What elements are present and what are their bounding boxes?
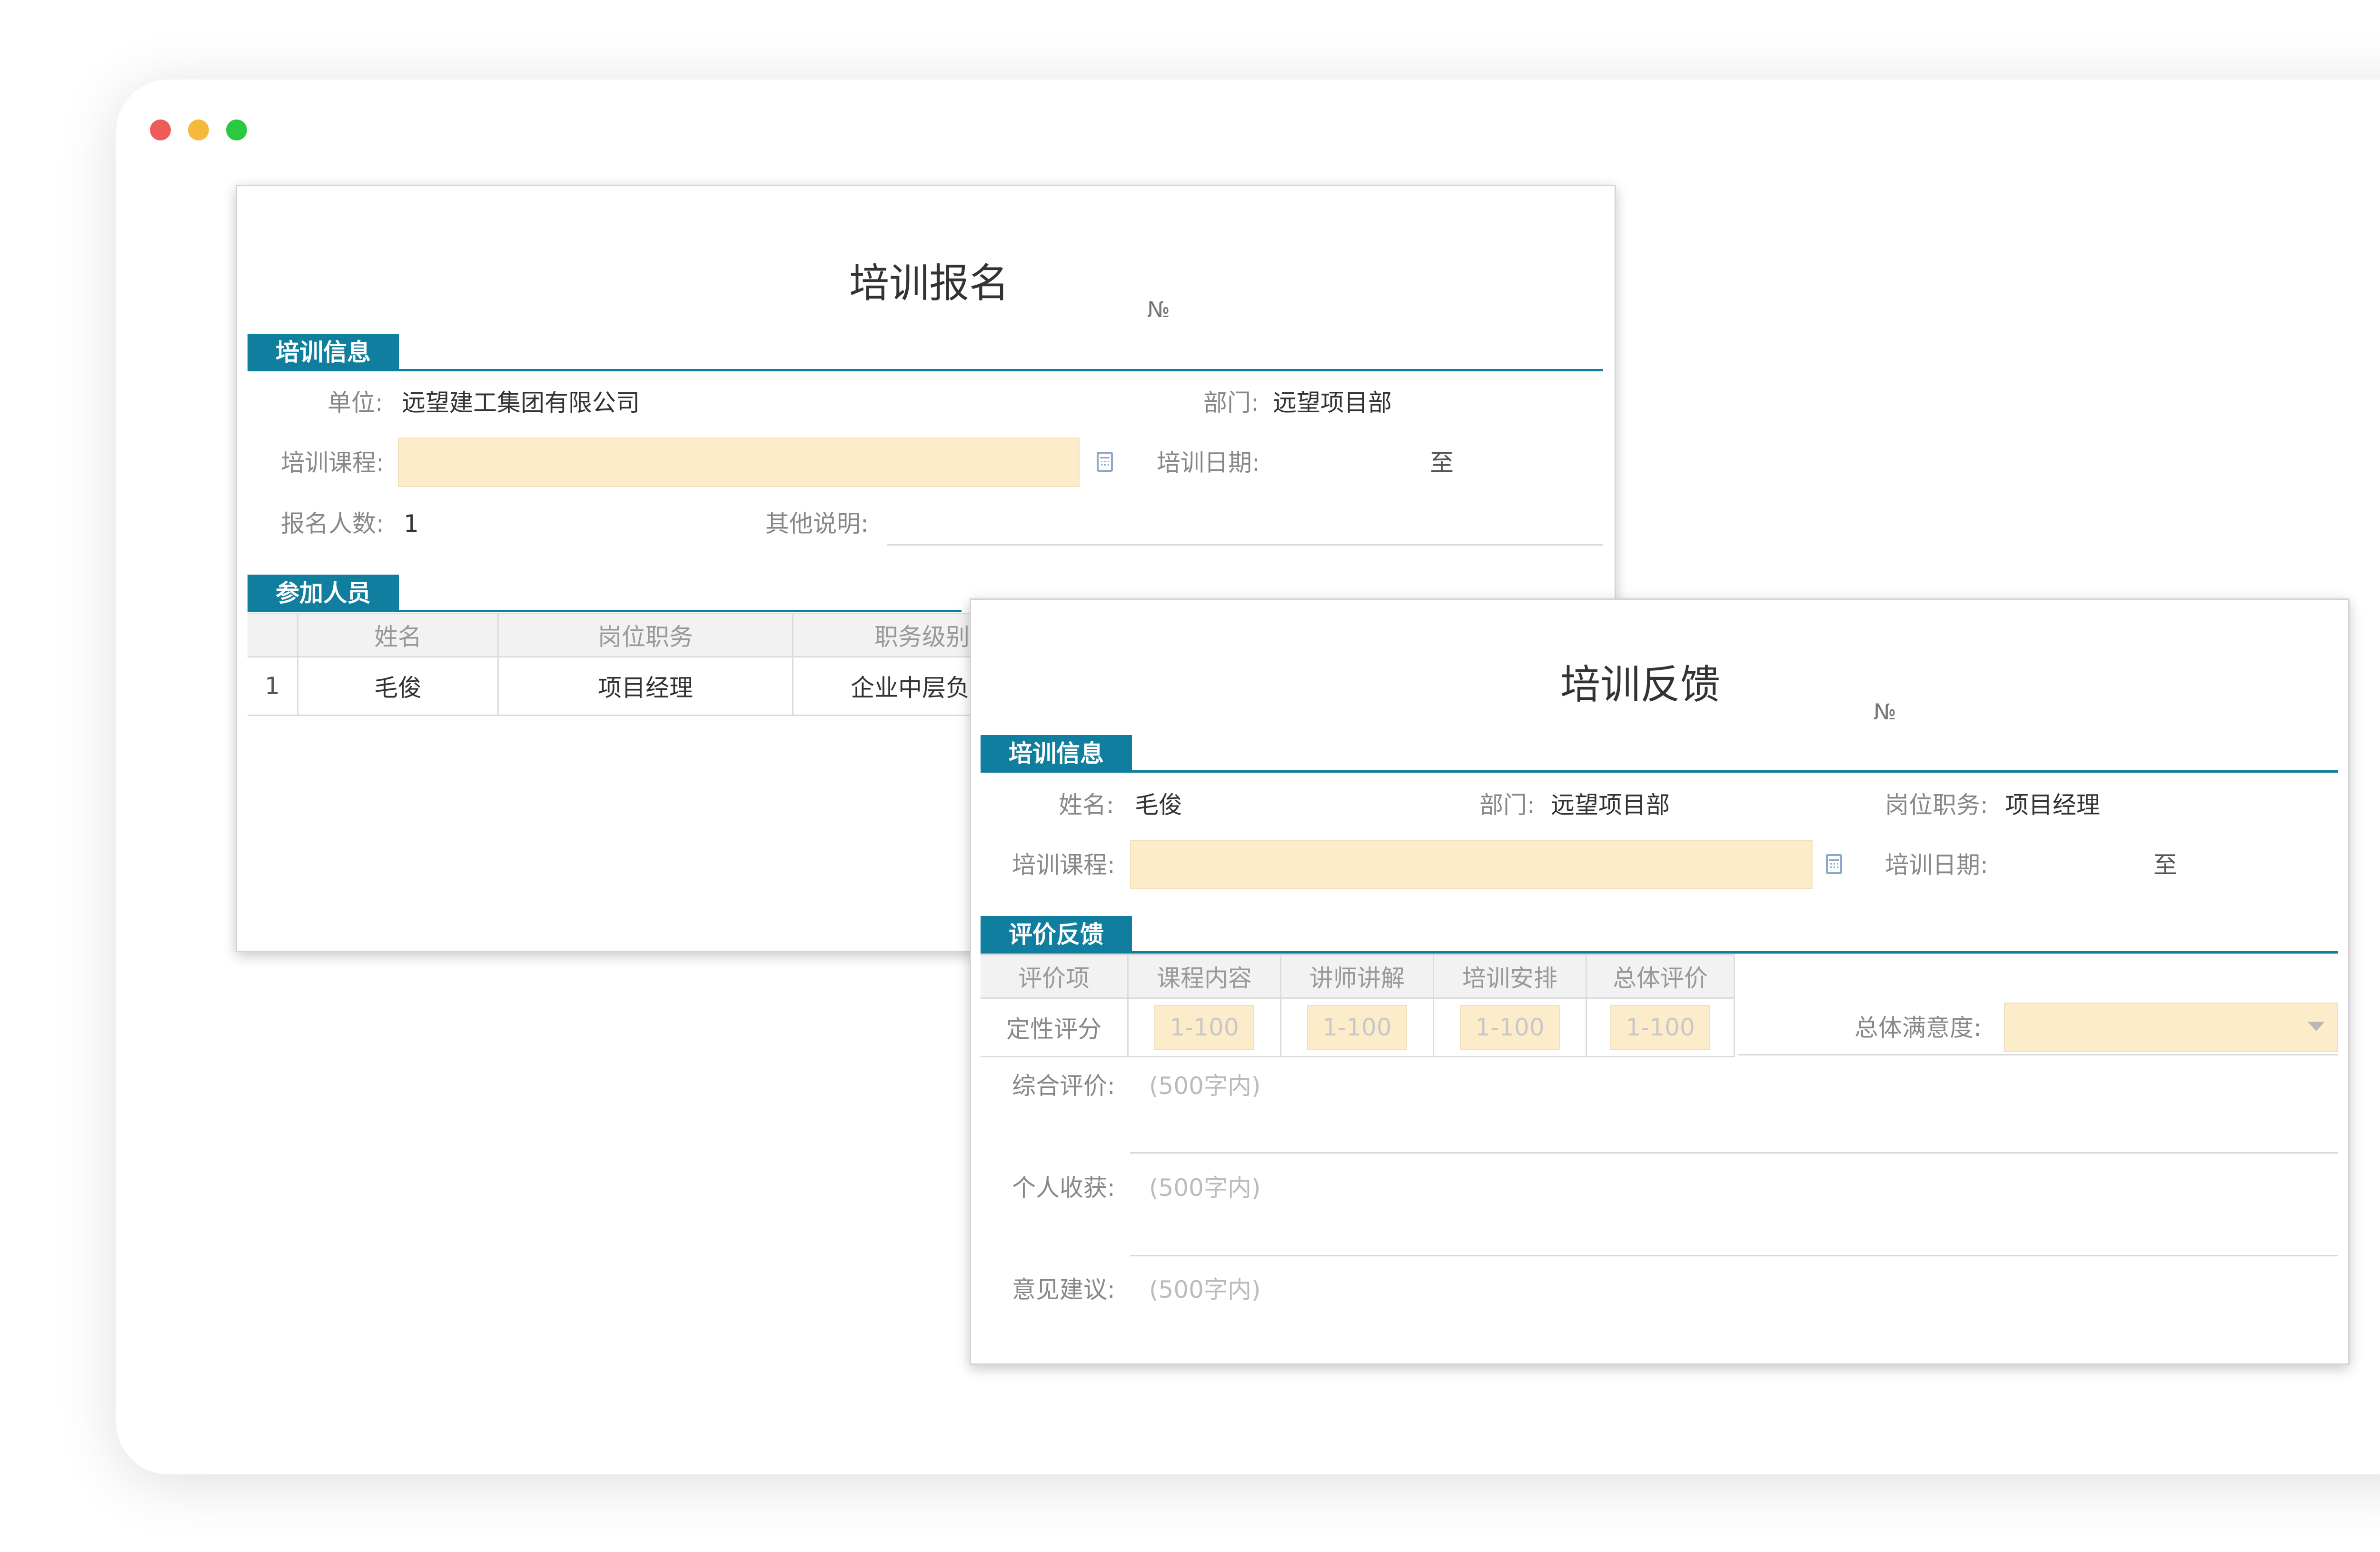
satisfaction-label: 总体满意度:	[1854, 1014, 1982, 1042]
suggest-input[interactable]: (500字内)	[1149, 1278, 1260, 1302]
name-value: 毛俊	[1135, 791, 1182, 819]
count-label: 报名人数:	[281, 510, 384, 537]
table-header: 讲师讲解	[1280, 954, 1434, 999]
minimize-window-button[interactable]	[188, 119, 209, 140]
table-row[interactable]: 1 毛俊 项目经理 企业中层负责	[248, 656, 1052, 716]
dept-label: 部门:	[1479, 791, 1535, 819]
table-header: 总体评价	[1586, 954, 1735, 999]
gain-underline	[1130, 1255, 2338, 1256]
other-label: 其他说明:	[765, 510, 869, 537]
dept-value: 远望项目部	[1551, 791, 1670, 819]
overall-label: 综合评价:	[1012, 1072, 1115, 1100]
feedback-title: 培训反馈	[1560, 661, 1721, 708]
row-label: 定性评分	[981, 997, 1129, 1057]
date-to-label: 至	[1430, 449, 1454, 477]
position-label: 岗位职务:	[1885, 791, 1988, 819]
date-to-label: 至	[2153, 851, 2177, 879]
dept-value: 远望项目部	[1273, 389, 1392, 417]
table-header: 培训安排	[1433, 954, 1587, 999]
registration-title: 培训报名	[849, 260, 1010, 307]
satisfaction-select[interactable]	[2004, 1003, 2338, 1052]
section-participants: 参加人员	[248, 575, 399, 612]
table-header	[248, 613, 298, 657]
course-input[interactable]	[398, 438, 1080, 487]
table-header: 姓名	[297, 613, 499, 657]
overall-underline	[1130, 1152, 2338, 1154]
cell-position: 项目经理	[497, 656, 793, 716]
score-input-arrangement[interactable]: 1-100	[1460, 1005, 1560, 1050]
suggest-label: 意见建议:	[1012, 1276, 1115, 1303]
count-value: 1	[404, 510, 419, 537]
other-input[interactable]	[887, 544, 1603, 546]
cell-name: 毛俊	[297, 656, 499, 716]
calendar-icon[interactable]	[1097, 452, 1113, 472]
course-input[interactable]	[1130, 840, 1813, 889]
feedback-form: 培训反馈 № 培训信息 姓名: 毛俊 部门: 远望项目部 岗位职务: 项目经理 …	[970, 598, 2350, 1365]
date-label: 培训日期:	[1885, 851, 1988, 879]
close-window-button[interactable]	[150, 119, 171, 140]
evaluation-table: 评价项 课程内容 讲师讲解 培训安排 总体评价 定性评分 1-100 1-100…	[981, 954, 1735, 1057]
maximize-window-button[interactable]	[226, 119, 247, 140]
course-label: 培训课程:	[281, 449, 384, 477]
date-label: 培训日期:	[1157, 449, 1260, 477]
score-input-overall[interactable]: 1-100	[1610, 1005, 1710, 1050]
section-training-info: 培训信息	[981, 735, 1132, 772]
section-divider	[981, 770, 2338, 773]
table-header: 岗位职务	[497, 613, 793, 657]
score-input-course[interactable]: 1-100	[1154, 1005, 1254, 1050]
gain-label: 个人收获:	[1012, 1174, 1115, 1202]
feedback-number-label: №	[1874, 699, 1896, 725]
registration-number-label: №	[1147, 297, 1170, 322]
section-divider	[248, 369, 1603, 371]
section-divider	[248, 610, 962, 612]
unit-label: 单位:	[327, 389, 383, 417]
gain-input[interactable]: (500字内)	[1149, 1176, 1260, 1200]
name-label: 姓名:	[1059, 791, 1114, 819]
course-label: 培训课程:	[1012, 851, 1115, 879]
score-input-lecturer[interactable]: 1-100	[1307, 1005, 1407, 1050]
table-header: 课程内容	[1127, 954, 1281, 999]
participants-table: 姓名 岗位职务 职务级别 1 毛俊 项目经理 企业中层负责	[248, 613, 1052, 716]
section-divider	[981, 951, 2338, 954]
dept-label: 部门:	[1203, 389, 1259, 417]
overall-input[interactable]: (500字内)	[1149, 1074, 1260, 1098]
row-number: 1	[248, 656, 298, 716]
row-divider	[1738, 1054, 2338, 1055]
unit-value: 远望建工集团有限公司	[402, 389, 640, 417]
position-value: 项目经理	[2005, 791, 2100, 819]
chevron-down-icon	[2308, 1022, 2325, 1031]
section-evaluation: 评价反馈	[981, 916, 1132, 953]
calendar-icon[interactable]	[1826, 854, 1842, 874]
table-header: 评价项	[981, 954, 1129, 999]
section-training-info: 培训信息	[248, 334, 399, 371]
table-row: 定性评分 1-100 1-100 1-100 1-100	[981, 997, 1735, 1057]
